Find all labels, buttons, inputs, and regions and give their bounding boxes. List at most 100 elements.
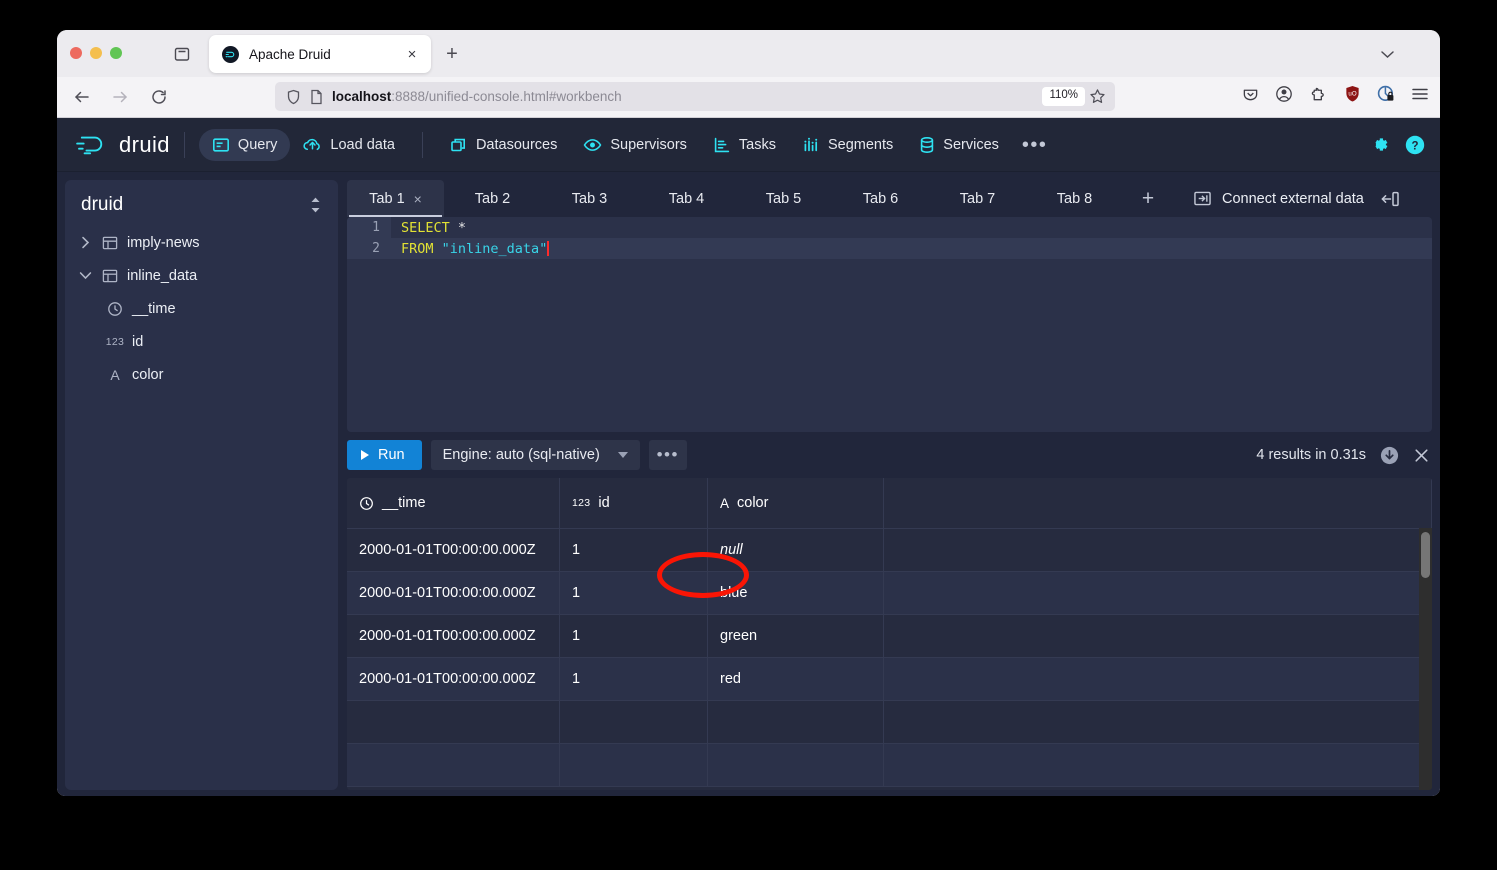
tree-item-inline-data[interactable]: inline_data — [65, 259, 338, 292]
scrollbar-thumb[interactable] — [1421, 532, 1430, 578]
cell-filler — [884, 529, 1432, 572]
query-tab-7[interactable]: Tab 7 — [929, 180, 1026, 217]
table-row[interactable]: 2000-01-01T00:00:00.000Z 1 red — [347, 658, 1432, 701]
sql-keyword: SELECT — [401, 220, 450, 236]
sql-text — [434, 241, 442, 257]
query-main-panel: Tab 1 × Tab 2 Tab 3 Tab 4 Tab 5 Tab 6 Ta… — [347, 180, 1432, 790]
help-icon[interactable]: ? — [1404, 134, 1426, 156]
druid-logo[interactable]: druid — [73, 132, 170, 158]
run-button[interactable]: Run — [347, 440, 422, 470]
query-tab-bar: Tab 1 × Tab 2 Tab 3 Tab 4 Tab 5 Tab 6 Ta… — [347, 180, 1432, 217]
column-header-label: color — [737, 495, 768, 511]
chevron-down-icon[interactable] — [1376, 45, 1398, 63]
query-tab-5[interactable]: Tab 5 — [735, 180, 832, 217]
query-more-button[interactable]: ••• — [649, 440, 687, 470]
tab-overview-icon[interactable] — [172, 44, 192, 64]
close-window-button[interactable] — [70, 47, 82, 59]
druid-navbar-right: ? — [1369, 118, 1426, 171]
address-bar[interactable]: localhost:8888/unified-console.html#work… — [275, 82, 1115, 111]
code-text: FROM "inline_data" — [391, 241, 549, 257]
add-query-tab-button[interactable]: + — [1123, 180, 1173, 217]
shield-icon — [286, 89, 301, 105]
sql-keyword: FROM — [401, 241, 434, 257]
results-scrollbar[interactable] — [1419, 528, 1432, 790]
connect-external-data-button[interactable]: Connect external data — [1193, 180, 1364, 217]
ublock-origin-icon[interactable]: uO — [1341, 83, 1363, 105]
privacy-badger-icon[interactable] — [1375, 83, 1397, 105]
table-row[interactable]: 2000-01-01T00:00:00.000Z 1 blue — [347, 572, 1432, 615]
query-tab-6[interactable]: Tab 6 — [832, 180, 929, 217]
cell-id: 1 — [560, 658, 708, 701]
nav-item-label: Services — [943, 137, 999, 153]
query-tab-2[interactable]: Tab 2 — [444, 180, 541, 217]
url-text: localhost:8888/unified-console.html#work… — [332, 89, 1042, 104]
back-button[interactable] — [69, 84, 95, 110]
tree-column-time[interactable]: __time — [65, 292, 338, 325]
table-row[interactable]: 2000-01-01T00:00:00.000Z 1 null — [347, 529, 1432, 572]
sort-icon[interactable] — [309, 196, 322, 214]
close-icon[interactable]: × — [414, 192, 422, 206]
new-tab-button[interactable]: + — [439, 42, 465, 66]
column-header-id[interactable]: 123 id — [560, 478, 708, 529]
maximize-window-button[interactable] — [110, 47, 122, 59]
nav-item-services[interactable]: Services — [906, 129, 1012, 161]
account-icon[interactable] — [1273, 83, 1295, 105]
nav-item-load-data[interactable]: Load data — [290, 129, 408, 161]
tree-item-label: imply-news — [127, 235, 200, 251]
druid-favicon — [222, 46, 239, 63]
nav-item-segments[interactable]: Segments — [789, 129, 906, 161]
chevron-down-icon[interactable] — [77, 271, 93, 280]
bookmark-star-icon[interactable] — [1089, 88, 1106, 105]
download-icon[interactable] — [1379, 445, 1400, 466]
svg-text:uO: uO — [1348, 90, 1356, 97]
svg-text:?: ? — [1411, 140, 1418, 152]
code-line-2: 2 FROM "inline_data" — [347, 238, 1432, 259]
collapse-panel-icon[interactable] — [1380, 180, 1400, 217]
results-header-row: __time 123 id — [347, 478, 1432, 529]
sql-text: * — [450, 220, 466, 236]
tree-column-id[interactable]: 123 id — [65, 325, 338, 358]
query-tab-1[interactable]: Tab 1 × — [347, 180, 444, 217]
query-tab-label: Tab 3 — [572, 191, 607, 207]
tree-column-color[interactable]: A color — [65, 358, 338, 391]
nav-item-datasources[interactable]: Datasources — [437, 129, 570, 161]
reload-button[interactable] — [146, 84, 172, 110]
workbench: druid — [57, 172, 1440, 796]
pocket-icon[interactable] — [1239, 83, 1261, 105]
browser-tab-title: Apache Druid — [249, 47, 400, 62]
nav-item-label: Supervisors — [610, 137, 687, 153]
minimize-window-button[interactable] — [90, 47, 102, 59]
close-results-icon[interactable] — [1413, 447, 1430, 464]
extensions-icon[interactable] — [1307, 83, 1329, 105]
column-header-color[interactable]: A color — [708, 478, 884, 529]
sql-editor[interactable]: 1 SELECT * 2 FROM "inline_data" — [347, 217, 1432, 432]
forward-button[interactable] — [107, 84, 133, 110]
gear-icon[interactable] — [1369, 134, 1390, 155]
cell-filler — [884, 658, 1432, 701]
column-header-time[interactable]: __time — [347, 478, 560, 529]
query-tab-4[interactable]: Tab 4 — [638, 180, 735, 217]
query-tab-label: Tab 7 — [960, 191, 995, 207]
app-menu-icon[interactable] — [1409, 83, 1431, 105]
nav-item-query[interactable]: Query — [199, 129, 291, 161]
query-tab-8[interactable]: Tab 8 — [1026, 180, 1123, 217]
nav-item-tasks[interactable]: Tasks — [700, 129, 789, 161]
page-info-icon — [310, 89, 323, 105]
zoom-level-badge[interactable]: 110% — [1042, 87, 1085, 106]
close-icon[interactable]: × — [400, 42, 424, 66]
browser-tab[interactable]: Apache Druid × — [209, 35, 431, 73]
nav-item-supervisors[interactable]: Supervisors — [570, 130, 700, 160]
engine-select[interactable]: Engine: auto (sql-native) — [431, 440, 640, 470]
results-table-panel[interactable]: __time 123 id — [347, 478, 1432, 790]
cell-color: blue — [708, 572, 884, 615]
cell-empty — [708, 744, 884, 787]
query-tab-3[interactable]: Tab 3 — [541, 180, 638, 217]
tree-item-imply-news[interactable]: imply-news — [65, 226, 338, 259]
window-controls[interactable] — [70, 47, 122, 59]
table-row[interactable]: 2000-01-01T00:00:00.000Z 1 green — [347, 615, 1432, 658]
schema-tree-panel: druid — [65, 180, 338, 790]
query-status-area: 4 results in 0.31s — [1256, 432, 1430, 478]
connect-external-icon — [1193, 190, 1212, 207]
chevron-right-icon[interactable] — [77, 236, 93, 249]
nav-more-button[interactable]: ••• — [1012, 139, 1058, 151]
